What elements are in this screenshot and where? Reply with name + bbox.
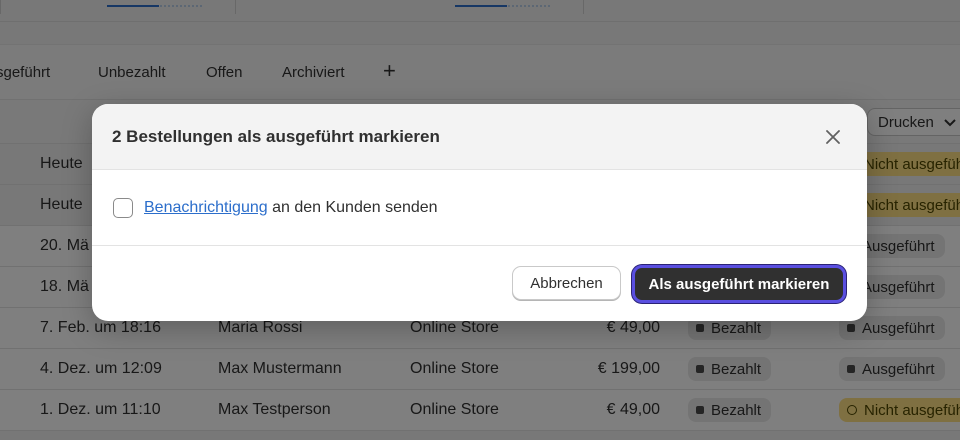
notify-customer-text: an den Kunden senden: [267, 199, 438, 216]
dialog-header: 2 Bestellungen als ausgeführt markieren: [92, 104, 867, 170]
close-button[interactable]: [820, 124, 846, 150]
dialog-body: Benachrichtigung an den Kunden senden: [92, 170, 867, 246]
notify-customer-checkbox[interactable]: [113, 198, 133, 218]
dialog-title: 2 Bestellungen als ausgeführt markieren: [112, 127, 440, 146]
mark-fulfilled-dialog: 2 Bestellungen als ausgeführt markieren …: [92, 104, 867, 321]
notify-customer-label: Benachrichtigung an den Kunden senden: [144, 199, 438, 217]
close-icon: [826, 130, 840, 144]
cancel-button[interactable]: Abbrechen: [512, 266, 621, 300]
notification-link[interactable]: Benachrichtigung: [144, 199, 268, 216]
mark-fulfilled-button[interactable]: Als ausgeführt markieren: [632, 265, 846, 303]
